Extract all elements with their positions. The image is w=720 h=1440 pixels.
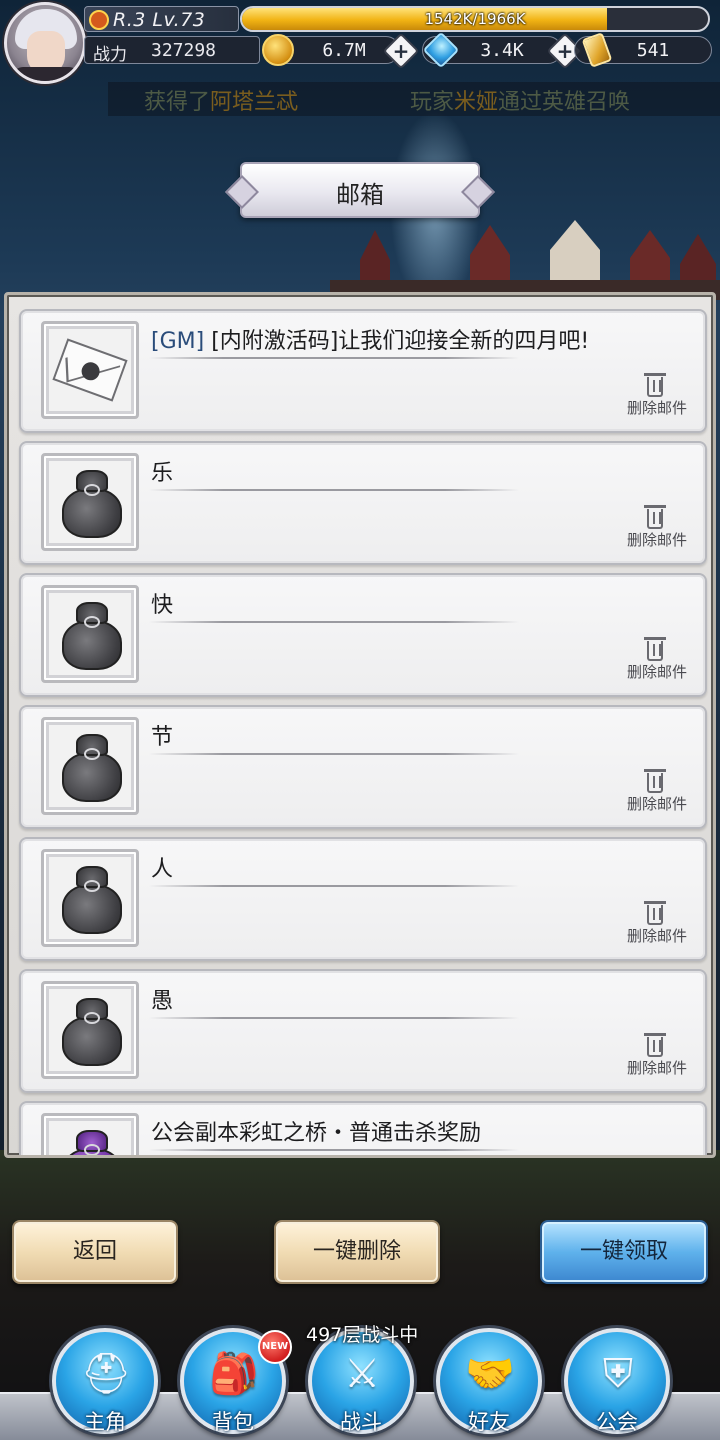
delete-mail-button[interactable]: 删除邮件 xyxy=(619,373,695,421)
exp-bar: 1542K/1966K xyxy=(240,6,710,32)
delete-mail-button[interactable]: 删除邮件 xyxy=(619,637,695,685)
mail-panel: [GM] [内附激活码]让我们迎接全新的四月吧! 删除邮件乐删除邮件快删除邮件节删… xyxy=(4,292,716,1158)
page-title: 邮箱 xyxy=(336,181,384,209)
hero-helmet-icon: ⛑ xyxy=(80,1351,132,1397)
mail-title: 节 xyxy=(151,719,173,751)
envelope-icon xyxy=(52,338,128,402)
mail-attachment-thumb xyxy=(41,717,139,815)
pouch-icon xyxy=(62,734,122,802)
mail-title-text: 快 xyxy=(151,593,174,618)
mail-title-text: 人 xyxy=(151,857,174,882)
gm-tag: [GM] xyxy=(151,329,205,354)
delete-mail-button[interactable]: 删除邮件 xyxy=(619,901,695,949)
pouch-icon xyxy=(62,602,122,670)
nav-label: 背包 xyxy=(212,1410,254,1434)
trash-icon xyxy=(644,769,666,793)
delete-mail-label: 删除邮件 xyxy=(626,531,687,549)
delete-mail-label: 删除邮件 xyxy=(626,663,687,681)
nav-guild[interactable]: ⛨ 公会 xyxy=(564,1328,670,1434)
exp-text: 1542K/1966K xyxy=(424,10,526,28)
nav-label: 公会 xyxy=(596,1410,638,1434)
trash-icon xyxy=(644,505,666,529)
plus-icon: + xyxy=(392,39,410,63)
mail-title: 快 xyxy=(151,587,173,619)
mail-divider xyxy=(149,885,519,887)
mail-attachment-thumb xyxy=(41,981,139,1079)
mail-attachment-thumb xyxy=(41,849,139,947)
mail-item[interactable]: 公会副本彩虹之桥・普通击杀奖励 xyxy=(19,1101,707,1155)
guild-crest-icon: ⛨ xyxy=(603,1351,633,1397)
backpack-icon: 🎒 xyxy=(209,1351,259,1397)
mail-attachment-thumb xyxy=(41,453,139,551)
mail-divider xyxy=(149,489,519,491)
mail-divider xyxy=(149,1017,519,1019)
mail-divider xyxy=(149,621,519,623)
delete-mail-button[interactable]: 删除邮件 xyxy=(619,1033,695,1081)
power-label: 战力 xyxy=(93,45,127,65)
rank-level-bar: R.3 Lv.73 xyxy=(84,6,239,32)
delete-mail-label: 删除邮件 xyxy=(626,795,687,813)
announcement-ticker: 获得了阿塔兰忒 玩家米娅通过英雄召唤 xyxy=(108,82,720,116)
rank-level-text: R.3 Lv.73 xyxy=(113,9,206,31)
castle-silhouette xyxy=(330,220,720,300)
delete-mail-label: 删除邮件 xyxy=(626,399,687,417)
claim-all-button[interactable]: 一键领取 xyxy=(540,1220,708,1284)
mail-item[interactable]: 快删除邮件 xyxy=(19,573,707,697)
mail-divider xyxy=(149,1149,519,1151)
mail-title-text: 公会副本彩虹之桥・普通击杀奖励 xyxy=(151,1121,482,1146)
mail-title: 人 xyxy=(151,851,173,883)
player-avatar[interactable] xyxy=(4,2,86,84)
mail-item[interactable]: 节删除邮件 xyxy=(19,705,707,829)
trash-icon xyxy=(644,901,666,925)
mailbox-title-plate: 邮箱 xyxy=(240,162,480,218)
mail-title-text: 愚 xyxy=(151,989,174,1014)
delete-all-button[interactable]: 一键删除 xyxy=(274,1220,440,1284)
pouch-icon xyxy=(62,866,122,934)
mail-item[interactable]: [GM] [内附激活码]让我们迎接全新的四月吧! 删除邮件 xyxy=(19,309,707,433)
nav-label: 主角 xyxy=(84,1410,126,1434)
mail-title: 公会副本彩虹之桥・普通击杀奖励 xyxy=(151,1115,481,1147)
mail-attachment-thumb xyxy=(41,321,139,419)
top-hud: R.3 Lv.73 1542K/1966K 战力 327298 6.7M + 3… xyxy=(0,0,720,84)
mail-divider xyxy=(149,753,519,755)
mail-title-text: 节 xyxy=(151,725,174,750)
trash-icon xyxy=(644,637,666,661)
mail-title-text: [内附激活码]让我们迎接全新的四月吧! xyxy=(204,329,590,354)
mail-attachment-thumb xyxy=(41,1113,139,1155)
mail-title: 乐 xyxy=(151,455,173,487)
plus-icon: + xyxy=(556,39,574,63)
pouch-icon xyxy=(62,470,122,538)
power-value: 327298 xyxy=(151,40,217,61)
purple-pouch-icon xyxy=(62,1130,122,1155)
delete-mail-button[interactable]: 删除邮件 xyxy=(619,769,695,817)
mail-item[interactable]: 乐删除邮件 xyxy=(19,441,707,565)
mail-item[interactable]: 愚删除邮件 xyxy=(19,969,707,1093)
battle-status: 497层战斗中 xyxy=(306,1324,419,1346)
delete-mail-label: 删除邮件 xyxy=(626,1059,687,1077)
rank-crown-icon xyxy=(89,10,109,30)
mail-item[interactable]: 人删除邮件 xyxy=(19,837,707,961)
mail-attachment-thumb xyxy=(41,585,139,683)
ticker-message-1: 获得了阿塔兰忒 xyxy=(144,90,299,115)
back-button[interactable]: 返回 xyxy=(12,1220,178,1284)
trash-icon xyxy=(644,373,666,397)
trash-icon xyxy=(644,1033,666,1057)
ticker-message-2: 玩家米娅通过英雄召唤 xyxy=(410,90,631,115)
mail-divider xyxy=(149,357,519,359)
nav-friends[interactable]: 🤝 好友 xyxy=(436,1328,542,1434)
combat-power: 战力 327298 xyxy=(84,36,260,65)
delete-mail-button[interactable]: 删除邮件 xyxy=(619,505,695,553)
nav-label: 好友 xyxy=(468,1410,510,1434)
mail-title: 愚 xyxy=(151,983,173,1015)
pouch-icon xyxy=(62,998,122,1066)
mail-title-text: 乐 xyxy=(151,461,174,486)
gold-coin-icon xyxy=(262,34,294,66)
nav-label: 战斗 xyxy=(340,1410,382,1434)
nav-hero[interactable]: ⛑ 主角 xyxy=(52,1328,158,1434)
handshake-icon: 🤝 xyxy=(465,1351,515,1397)
new-badge: NEW xyxy=(258,1330,292,1364)
crossed-swords-icon: ⚔ xyxy=(344,1351,380,1397)
mail-title: [GM] [内附激活码]让我们迎接全新的四月吧! xyxy=(151,323,589,355)
delete-mail-label: 删除邮件 xyxy=(626,927,687,945)
